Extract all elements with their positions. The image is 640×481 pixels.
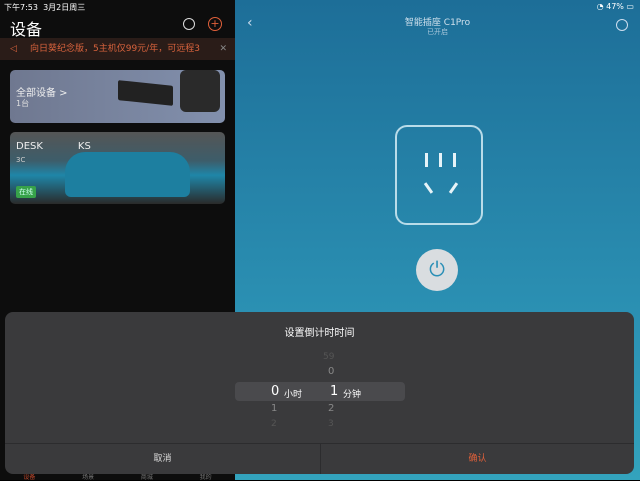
settings-icon[interactable] <box>616 19 628 31</box>
plug-image <box>180 70 220 112</box>
all-devices-label: 全部设备 > <box>16 88 68 99</box>
hub-image <box>118 80 173 106</box>
minutes-option[interactable]: 0 <box>328 366 334 377</box>
countdown-sheet: 设置倒计时时间 0 小时 1 2 59 0 1 分钟 2 3 取消 确认 <box>5 312 634 474</box>
status-time: 下午7:53 3月2日周三 <box>4 3 86 12</box>
socket-icon <box>395 125 483 225</box>
minutes-option[interactable]: 59 <box>323 352 334 362</box>
sheet-title: 设置倒计时时间 <box>284 328 355 339</box>
picker-selection <box>235 382 405 401</box>
device-sub: 3C <box>16 156 26 164</box>
cancel-button[interactable]: 取消 <box>5 444 320 474</box>
car-image <box>65 152 190 197</box>
page-title: 设备 <box>10 20 43 39</box>
notice-text: 向日葵纪念版，5主机仅99元/年，可远程3 <box>30 44 200 54</box>
notice-banner[interactable]: ◁ 向日葵纪念版，5主机仅99元/年，可远程3 ✕ <box>0 38 235 60</box>
battery-status: ◔ 47% ▭ <box>596 2 634 11</box>
minutes-unit: 分钟 <box>343 390 362 400</box>
minutes-option[interactable]: 3 <box>328 419 334 429</box>
device-state: 已开启 <box>427 28 448 36</box>
confirm-button[interactable]: 确认 <box>321 444 634 474</box>
speaker-icon: ◁ <box>10 44 17 54</box>
add-device-icon[interactable]: + <box>208 17 222 31</box>
hours-option[interactable]: 2 <box>271 419 277 429</box>
close-icon[interactable]: ✕ <box>216 38 227 60</box>
minutes-option[interactable]: 2 <box>328 403 334 414</box>
device-name: DESK KS <box>16 141 91 152</box>
all-devices-card[interactable]: 全部设备 > 1台 <box>10 70 225 123</box>
minutes-selected: 1 <box>330 384 339 399</box>
online-badge: 在线 <box>16 186 36 198</box>
hours-option[interactable]: 1 <box>271 403 277 414</box>
hours-unit: 小时 <box>284 390 303 400</box>
history-icon[interactable] <box>183 18 195 30</box>
hours-selected: 0 <box>271 384 280 399</box>
power-button[interactable]: ⏻ <box>416 249 458 291</box>
device-card[interactable]: DESK KS 3C 在线 <box>10 132 225 204</box>
device-count: 1台 <box>16 99 30 108</box>
